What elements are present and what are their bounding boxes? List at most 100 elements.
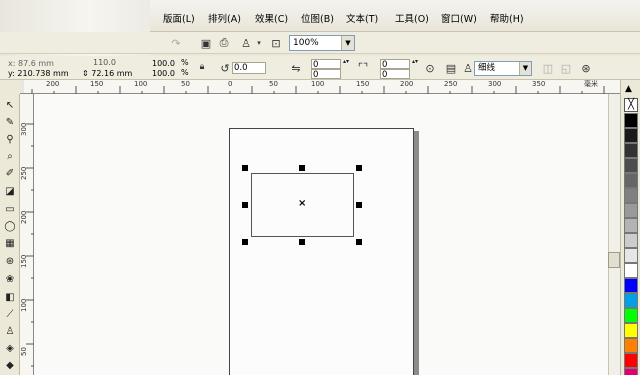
corner-round-icon[interactable]: ⌜⌝ [355,59,371,75]
selection-handle-top-right[interactable] [356,165,362,171]
palette-color-swatch[interactable] [624,218,638,233]
zoom-tool-icon[interactable]: ⌕ [2,149,18,163]
menu-help[interactable]: 帮助(H) [487,12,527,28]
wrap-text-icon[interactable]: ▤ [443,60,459,76]
zoom-level-select[interactable]: 100% ▼ [289,35,355,51]
eyedropper-tool-icon[interactable]: ⟋ [2,307,18,321]
interactive-fill-icon[interactable]: ◆ [2,358,18,372]
no-fill-swatch[interactable]: ╳ [624,98,638,112]
spinner-icon[interactable]: ▴▾ [411,59,419,69]
ruler-tick-label: 250 [444,80,458,88]
ruler-tick-label: 150 [90,80,104,88]
ruler-tick-label: 50 [20,347,28,356]
corner-radius-bottom-left[interactable]: 0 [311,69,341,79]
shape-tool-icon[interactable]: ✎ [2,115,18,129]
coreldraw-window: 版面(L) 排列(A) 效果(C) 位图(B) 文本(T) 工具(O) 窗口(W… [0,0,640,375]
scale-width-field[interactable]: 100.0 [152,59,175,69]
drawing-page[interactable] [229,128,414,375]
rectangle-tool-icon[interactable]: ▭ [2,202,18,216]
palette-color-swatch[interactable] [624,173,638,188]
menu-bitmaps[interactable]: 位图(B) [298,12,337,28]
selection-handle-top-left[interactable] [242,165,248,171]
ellipse-tool-icon[interactable]: ◯ [2,219,18,233]
menu-arrange[interactable]: 排列(A) [205,12,244,28]
fill-tool-icon[interactable]: ◈ [2,341,18,355]
corner-radius-top-left[interactable]: 0 [311,59,341,69]
rotation-center-icon[interactable]: × [298,199,306,209]
corner-radius-top-right[interactable]: 0 [380,59,410,69]
welcome-screen-icon[interactable]: ⊡ [268,35,284,51]
import-icon[interactable]: ▣ [198,35,214,51]
text-tool-icon[interactable]: ❀ [2,272,18,286]
ruler-ticks [26,123,34,367]
smart-fill-icon[interactable]: ◪ [2,184,18,198]
basic-shapes-icon[interactable]: ⊛ [2,254,18,268]
palette-color-swatch[interactable] [624,293,638,308]
percent-label: % [181,68,189,77]
selection-handle-middle-left[interactable] [242,202,248,208]
convert-outline-icon[interactable]: ⊛ [578,60,594,76]
scrollbar-thumb[interactable] [608,252,620,268]
mirror-icon[interactable]: ⇋ [288,60,304,76]
ruler-tick-label: 200 [20,210,28,224]
scale-height-field[interactable]: 100.0 [152,69,175,79]
palette-color-swatch[interactable] [624,203,638,218]
convert-to-curves-icon[interactable]: ◫ [540,60,556,76]
y-position-value: 210.738 mm [17,69,69,78]
palette-color-swatch[interactable] [624,113,638,128]
menu-text[interactable]: 文本(T) [343,12,381,28]
menu-window[interactable]: 窗口(W) [438,12,480,28]
palette-color-swatch[interactable] [624,248,638,263]
lock-ratio-icon[interactable]: 🔒︎ [194,59,210,75]
palette-color-swatch[interactable] [624,188,638,203]
selection-handle-bottom-center[interactable] [299,239,305,245]
to-front-icon[interactable]: ◱ [558,60,574,76]
palette-color-swatch[interactable] [624,368,638,375]
palette-color-swatch[interactable] [624,263,638,278]
palette-color-swatch[interactable] [624,338,638,353]
pick-tool-icon[interactable]: ↖ [2,98,18,112]
crop-tool-icon[interactable]: ⚲ [2,132,18,146]
palette-color-swatch[interactable] [624,158,638,173]
interactive-blend-icon[interactable]: ◧ [2,290,18,304]
menu-tools[interactable]: 工具(O) [392,12,432,28]
selection-handle-middle-right[interactable] [356,202,362,208]
width-field[interactable]: 110.0 [93,58,116,68]
vertical-scrollbar[interactable] [608,94,620,375]
paste-icon[interactable]: ↷ [168,35,184,51]
export-icon[interactable]: ⎙ [216,35,232,51]
vertical-ruler[interactable]: 300 250 200 150 100 50 [20,94,34,375]
corner-radius-bottom-right[interactable]: 0 [380,69,410,79]
ruler-tick-label: 150 [20,254,28,268]
palette-color-swatch[interactable] [624,353,638,368]
palette-color-swatch[interactable] [624,278,638,293]
ruler-tick-label: 200 [400,80,414,88]
menu-effects[interactable]: 效果(C) [252,12,291,28]
chevron-down-icon: ▼ [519,62,531,75]
palette-color-swatch[interactable] [624,323,638,338]
freehand-tool-icon[interactable]: ✐ [2,166,18,180]
round-corners-together-icon[interactable]: ⊙ [422,60,438,76]
rotation-field[interactable]: 0.0 [232,62,266,74]
palette-color-swatch[interactable] [624,308,638,323]
selection-handle-bottom-left[interactable] [242,239,248,245]
selection-handle-top-center[interactable] [299,165,305,171]
palette-color-swatch[interactable] [624,233,638,248]
outline-width-select[interactable]: 细线 ▼ [474,61,532,76]
outline-tool-icon[interactable]: ♙ [2,324,18,338]
launcher-dropdown-icon[interactable]: ▾ [251,35,267,51]
horizontal-ruler[interactable]: 200 150 100 50 0 50 100 150 200 250 300 … [24,80,620,94]
x-position-field[interactable]: x: 87.6 mm [8,59,54,69]
height-field[interactable]: ⇕ 72.16 mm [82,69,132,79]
selection-handle-bottom-right[interactable] [356,239,362,245]
spinner-icon[interactable]: ▴▾ [342,59,350,69]
menu-layout[interactable]: 版面(L) [160,12,198,28]
palette-color-swatch[interactable] [624,143,638,158]
palette-scroll-up-icon[interactable]: ▲ [625,84,632,94]
polygon-tool-icon[interactable]: ▦ [2,236,18,250]
y-position-field[interactable]: y: 210.738 mm [8,69,69,79]
ruler-tick-label: 100 [20,298,28,312]
palette-color-swatch[interactable] [624,128,638,143]
ruler-tick-label: 100 [311,80,325,88]
ruler-tick-label: 50 [269,80,278,88]
